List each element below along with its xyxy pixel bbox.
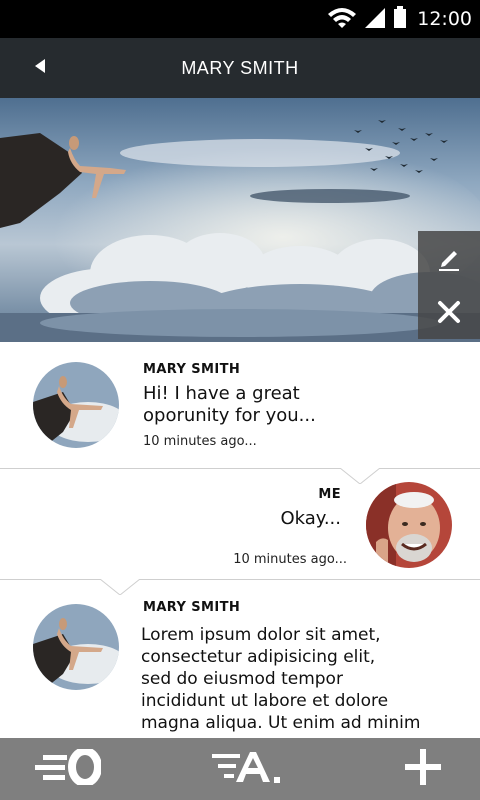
avatar-me <box>366 482 452 568</box>
wifi-icon <box>327 6 357 32</box>
message-line: Hi! I have a great <box>143 383 300 404</box>
message-text: Hi! I have a great oporunity for you... <box>143 383 316 427</box>
message-item[interactable]: ME Okay... 10 minutes ago... <box>0 469 480 579</box>
close-button[interactable] <box>418 285 480 339</box>
message-text: Lorem ipsum dolor sit amet, consectetur … <box>141 624 420 734</box>
message-line: consectetur adipisicing elit, <box>141 647 376 667</box>
app-header: MARY SMITH <box>0 38 480 98</box>
sky-cliff-photo <box>0 98 480 342</box>
battery-icon <box>393 6 407 32</box>
message-line: Okay... <box>280 508 341 529</box>
hero-image <box>0 98 480 342</box>
close-icon <box>437 300 461 324</box>
page-title: MARY SMITH <box>181 58 299 78</box>
divider <box>0 579 480 580</box>
message-sender: MARY SMITH <box>143 600 241 615</box>
message-text: Okay... <box>280 508 341 530</box>
message-item[interactable]: MARY SMITH Hi! I have a great oporunity … <box>0 342 480 468</box>
edit-pencil-icon <box>436 245 462 271</box>
plus-icon <box>404 749 441 789</box>
message-line: magna aliqua. Ut enim ad minim <box>141 713 421 733</box>
nav-filter-button[interactable] <box>200 738 300 800</box>
edit-button[interactable] <box>418 231 480 285</box>
message-time: 10 minutes ago... <box>233 552 347 567</box>
message-list[interactable]: MARY SMITH Hi! I have a great oporunity … <box>0 342 480 738</box>
nav-speed-button[interactable] <box>20 738 110 800</box>
message-line: Lorem ipsum dolor sit amet, <box>141 625 381 645</box>
hero-action-panel <box>418 231 480 339</box>
avatar-mary <box>33 362 119 448</box>
message-item[interactable]: MARY SMITH Lorem ipsum dolor sit amet, c… <box>0 592 480 738</box>
message-line: sed do eiusmod tempor <box>141 669 343 689</box>
status-time: 12:00 <box>417 8 472 30</box>
message-sender: ME <box>318 487 341 502</box>
status-bar: 12:00 <box>0 0 480 38</box>
message-sender: MARY SMITH <box>143 362 241 377</box>
status-icons: 12:00 <box>327 6 472 32</box>
message-line: incididunt ut labore et dolore <box>141 691 389 711</box>
message-time: 10 minutes ago... <box>143 434 257 449</box>
signal-icon <box>363 6 387 32</box>
add-button[interactable] <box>385 738 460 800</box>
message-line: oporunity for you... <box>143 405 316 426</box>
filter-a-icon <box>212 750 288 788</box>
avatar-mary <box>33 604 119 690</box>
speed-zero-icon <box>29 747 102 789</box>
bottom-nav <box>0 738 480 800</box>
